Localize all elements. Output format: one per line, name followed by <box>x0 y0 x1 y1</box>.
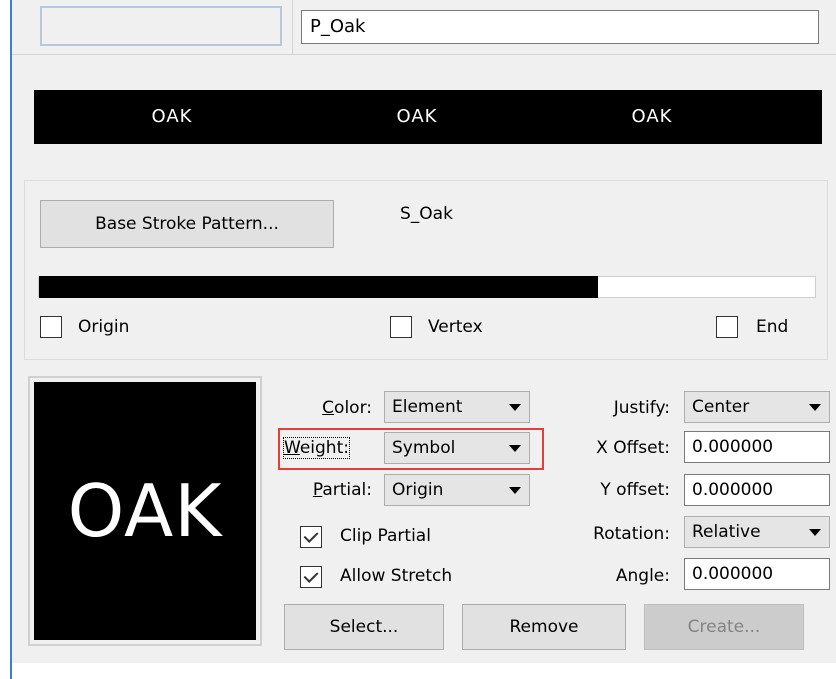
pattern-preview-word: OAK <box>396 106 438 127</box>
allow-stretch-label: Allow Stretch <box>340 566 453 586</box>
rotation-dropdown[interactable]: Relative <box>684 516 830 548</box>
justify-value: Center <box>692 397 750 417</box>
pattern-preview-word: OAK <box>151 106 193 127</box>
color-label-rest: olor: <box>334 398 372 418</box>
symbol-preview: OAK <box>34 382 256 640</box>
create-button[interactable]: Create... <box>644 604 804 650</box>
allow-stretch-checkbox[interactable] <box>300 566 322 588</box>
end-checkbox[interactable] <box>716 316 738 338</box>
select-button[interactable]: Select... <box>284 604 444 650</box>
dropdown-arrow-icon <box>509 487 521 494</box>
pattern-selector-field[interactable] <box>40 6 282 46</box>
pattern-preview-word: OAK <box>631 106 673 127</box>
partial-value: Origin <box>392 480 444 500</box>
stroke-pattern-fill <box>39 276 598 298</box>
end-checkbox-label: End <box>756 317 789 337</box>
color-label: Color: <box>322 398 372 418</box>
base-stroke-pattern-button[interactable]: Base Stroke Pattern... <box>40 200 334 248</box>
angle-label: Angle: <box>615 566 670 586</box>
color-value: Element <box>392 397 463 417</box>
x-offset-label: X Offset: <box>596 438 670 458</box>
rotation-value: Relative <box>692 522 761 542</box>
y-offset-field[interactable]: 0.000000 <box>684 474 830 506</box>
clip-partial-label: Clip Partial <box>340 526 431 546</box>
pattern-name-field[interactable]: P_Oak <box>301 10 819 44</box>
vertex-checkbox-label: Vertex <box>428 317 483 337</box>
justify-label: Justify: <box>613 398 670 418</box>
stroke-pattern-bar <box>38 276 816 298</box>
window-left-border <box>10 0 12 679</box>
clip-partial-checkbox[interactable] <box>300 526 322 548</box>
dropdown-arrow-icon <box>509 404 521 411</box>
y-offset-label: Y offset: <box>600 480 670 500</box>
color-dropdown[interactable]: Element <box>384 391 530 423</box>
justify-dropdown[interactable]: Center <box>684 391 830 423</box>
weight-highlight-box <box>278 428 544 470</box>
remove-button[interactable]: Remove <box>462 604 626 650</box>
x-offset-field[interactable]: 0.000000 <box>684 431 830 463</box>
origin-checkbox-label: Origin <box>78 317 130 337</box>
origin-checkbox[interactable] <box>40 316 62 338</box>
dropdown-arrow-icon <box>809 529 821 536</box>
partial-dropdown[interactable]: Origin <box>384 474 530 506</box>
stroke-pattern-name: S_Oak <box>400 204 453 224</box>
partial-label: Partial: <box>312 480 372 500</box>
vertex-checkbox[interactable] <box>390 316 412 338</box>
angle-field[interactable]: 0.000000 <box>684 558 830 590</box>
rotation-label: Rotation: <box>593 524 670 544</box>
top-separator <box>12 54 836 55</box>
top-divider <box>292 0 293 54</box>
dropdown-arrow-icon <box>809 404 821 411</box>
